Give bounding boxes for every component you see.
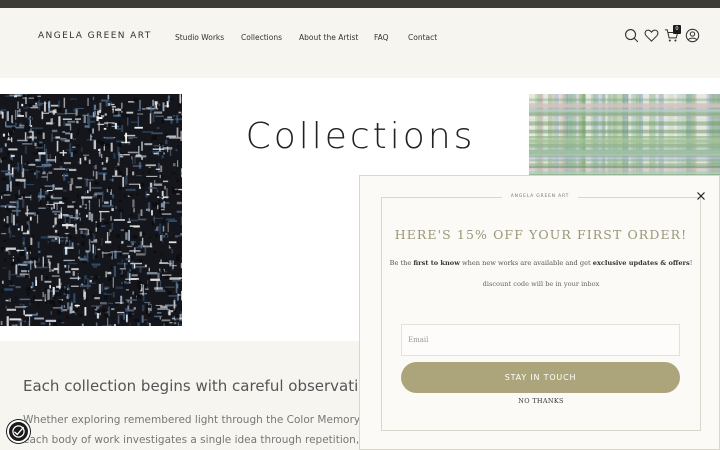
popup-brand: ANGELA GREEN ART <box>502 194 578 199</box>
search-icon[interactable] <box>624 28 639 43</box>
nav-contact[interactable]: Contact <box>408 33 437 42</box>
divider <box>381 197 505 198</box>
artwork-image-left <box>0 94 182 326</box>
stay-in-touch-button[interactable]: STAY IN TOUCH <box>401 362 680 393</box>
close-icon[interactable] <box>696 191 706 201</box>
popup-subtext: discount code will be in your inbox <box>482 280 600 288</box>
intro-paragraph-line: Whether exploring remembered light throu… <box>23 414 384 426</box>
nav-faq[interactable]: FAQ <box>374 33 389 42</box>
intro-heading: Each collection begins with careful obse… <box>23 377 368 395</box>
divider <box>575 197 701 198</box>
nav-studio-works[interactable]: Studio Works <box>175 33 224 42</box>
nav-collections[interactable]: Collections <box>241 33 282 42</box>
popup-body: Be the first to know when new works are … <box>389 259 693 267</box>
email-field[interactable]: Email <box>401 324 680 356</box>
intro-paragraph-line: each body of work investigates a single … <box>23 434 379 446</box>
heart-icon[interactable] <box>644 28 659 43</box>
cart-count-badge: 0 <box>673 25 681 34</box>
account-icon[interactable] <box>685 28 700 43</box>
artwork-image-right <box>529 94 720 176</box>
no-thanks-button[interactable]: NO THANKS <box>381 397 701 405</box>
cookie-settings-button[interactable] <box>7 420 30 443</box>
page-title: Collections <box>245 116 476 157</box>
top-bar <box>0 0 720 8</box>
newsletter-popup: ANGELA GREEN ART HERE'S 15% OFF YOUR FIR… <box>359 175 720 450</box>
cookie-icon <box>12 425 25 438</box>
site-logo[interactable]: ANGELA GREEN ART <box>38 31 152 41</box>
popup-headline: HERE'S 15% OFF YOUR FIRST ORDER! <box>394 227 688 242</box>
nav-about-the-artist[interactable]: About the Artist <box>299 33 358 42</box>
site-header: ANGELA GREEN ART Studio Works Collection… <box>0 8 720 78</box>
